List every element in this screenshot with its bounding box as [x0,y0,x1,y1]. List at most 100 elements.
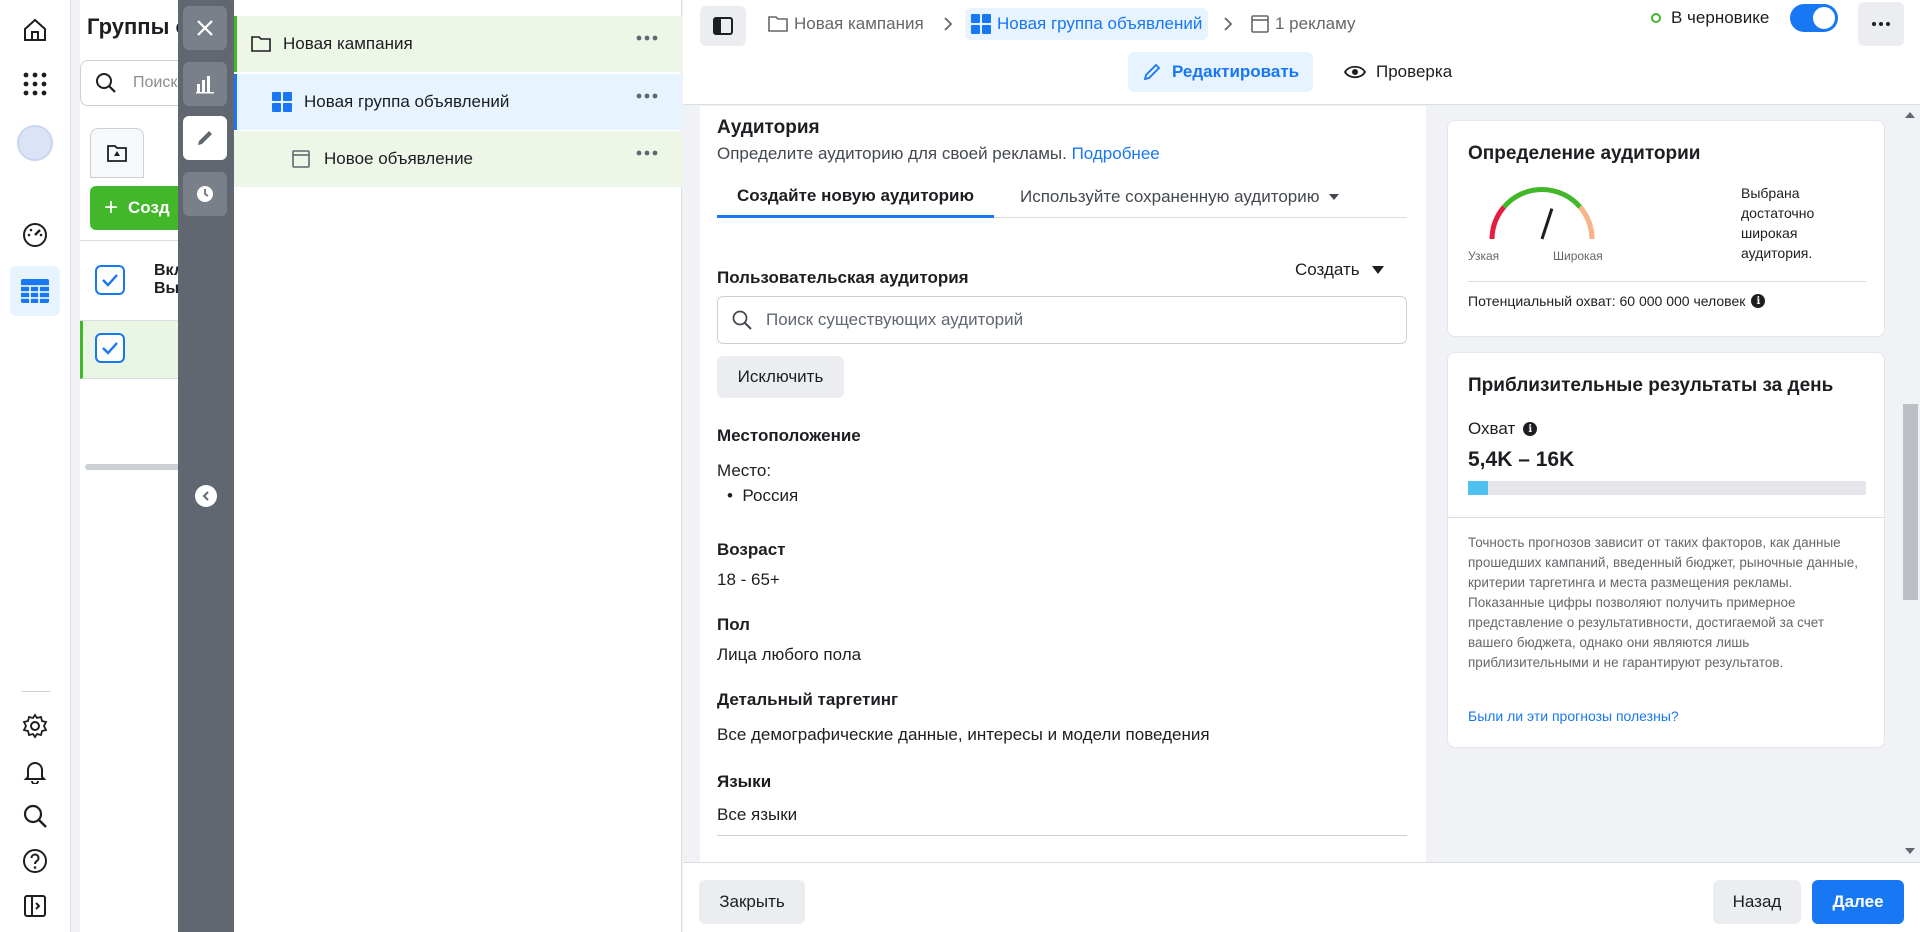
languages-label: Языки [717,772,772,791]
next-button[interactable]: Далее [1812,880,1904,924]
divider [1468,281,1866,282]
tab-saved-audience[interactable]: Используйте сохраненную аудиторию [1020,176,1340,218]
history-button[interactable] [183,172,227,216]
draft-toggle[interactable] [1790,4,1838,32]
create-audience-dropdown[interactable]: Создать [1295,260,1384,280]
definition-description: Выбрана достаточно широкая аудитория. [1741,185,1815,261]
audience-search-placeholder: Поиск существующих аудиторий [766,310,1024,329]
audience-search-input[interactable]: Поиск существующих аудиторий [717,296,1407,344]
tree-item-adset[interactable]: Новая группа объявлений [234,74,682,130]
more-options-button[interactable] [1858,2,1904,46]
panel-icon[interactable] [17,888,53,924]
info-icon[interactable]: i [1523,422,1538,436]
edit-mode-button[interactable]: Редактировать [1128,52,1314,92]
more-icon[interactable] [636,35,658,41]
tree-item-ad[interactable]: Новое объявление [234,131,682,187]
chevron-right-icon [944,17,953,31]
audience-definition-card: Определение аудитории Узкая Широкая Выбр… [1447,120,1885,337]
tab-saved-label: Используйте сохраненную аудиторию [1020,187,1320,206]
review-mode-label: Проверка [1376,62,1453,81]
reach-bar-fill [1468,481,1488,495]
search-icon [96,73,116,93]
status-label: В черновике [1671,8,1770,27]
create-audience-label: Создать [1295,260,1360,279]
exclude-button[interactable]: Исключить [717,356,844,398]
caret-down-icon [1371,266,1384,274]
draft-status: В черновике [1651,8,1769,28]
scroll-up-icon[interactable] [1905,112,1915,118]
definition-title: Определение аудитории [1468,143,1701,164]
divider [717,835,1407,836]
reach-label-row: Охват i [1468,419,1538,439]
scroll-down-icon[interactable] [1905,848,1915,854]
chart-button[interactable] [183,62,227,106]
learn-more-link[interactable]: Подробнее [1072,144,1160,163]
close-icon [197,20,213,36]
bell-icon[interactable] [17,753,53,789]
manager-search-input[interactable]: Поиск [80,60,190,106]
breadcrumb-ads-label: 1 рекламу [1275,14,1356,33]
edit-button[interactable] [183,116,227,160]
avatar[interactable] [17,125,53,161]
close-button[interactable]: Закрыть [699,880,805,924]
tree-item-label: Новая кампания [283,34,413,53]
back-button[interactable]: Назад [1713,880,1801,924]
potential-reach-text: Потенциальный охват: 60 000 000 человек [1468,293,1746,309]
eye-icon [1344,65,1366,79]
divider [1448,517,1884,518]
chevron-left-icon [202,491,209,501]
tree-item-campaign[interactable]: Новая кампания [234,16,682,72]
languages-value: Все языки [717,805,798,824]
potential-reach: Потенциальный охват: 60 000 000 человек … [1468,293,1766,309]
reach-bar [1468,481,1866,495]
info-icon[interactable]: i [1751,294,1766,308]
table-icon[interactable] [10,266,60,316]
ad-icon [1251,15,1269,33]
more-icon[interactable] [636,150,658,156]
review-mode-button[interactable]: Проверка [1330,52,1466,92]
clock-icon [197,186,213,202]
more-icon [1872,22,1890,26]
close-editor-button[interactable] [183,6,227,50]
estimates-title: Приблизительные результаты за день [1468,375,1834,396]
table-row[interactable] [80,321,190,379]
detailed-targeting-value: Все демографические данные, интересы и м… [717,725,1210,744]
reach-label: Охват [1468,419,1516,438]
toggle-sidebar-button[interactable] [700,6,746,46]
place-country: Россия [742,486,799,505]
create-button[interactable]: + Созд [90,186,190,230]
tree-item-label: Новое объявление [324,149,474,168]
row-checkbox[interactable] [95,333,125,363]
collapse-panel-button[interactable] [195,485,217,507]
breadcrumb-adset[interactable]: Новая группа объявлений [965,8,1209,40]
help-icon[interactable] [17,843,53,879]
select-all-checkbox[interactable] [95,265,125,295]
breadcrumb-ads[interactable]: 1 рекламу [1251,8,1355,40]
breadcrumb-campaign[interactable]: Новая кампания [768,8,924,40]
subtitle-text: Определите аудиторию для своей рекламы. [717,144,1067,163]
breadcrumb-campaign-label: Новая кампания [794,14,924,33]
dashboard-gauge-icon[interactable] [17,217,53,253]
feedback-link[interactable]: Были ли эти прогнозы полезны? [1468,708,1679,724]
location-label: Местоположение [717,426,861,445]
gauge-narrow-label: Узкая [1468,249,1500,263]
campaigns-tab[interactable] [90,128,144,178]
caret-down-icon [1329,194,1340,200]
age-label: Возраст [717,540,786,559]
manager-title: Группы о [87,14,189,39]
main-scrollbar-thumb[interactable] [1903,404,1918,600]
edit-mode-label: Редактировать [1172,62,1300,81]
tab-new-audience[interactable]: Создайте новую аудиторию [717,176,995,218]
horizontal-scrollbar[interactable] [85,464,190,470]
place-label: Место: [717,461,772,480]
reach-value: 5,4K – 16K [1468,448,1575,471]
tree-item-label: Новая группа объявлений [304,92,510,111]
settings-icon[interactable] [17,708,53,744]
section-subtitle: Определите аудиторию для своей рекламы. … [717,144,1160,164]
detailed-targeting-label: Детальный таргетинг [717,690,899,709]
search-icon[interactable] [17,798,53,834]
home-icon[interactable] [17,12,53,48]
apps-grid-icon[interactable] [17,66,53,102]
more-icon[interactable] [636,93,658,99]
place-value: • Россия [727,486,798,506]
